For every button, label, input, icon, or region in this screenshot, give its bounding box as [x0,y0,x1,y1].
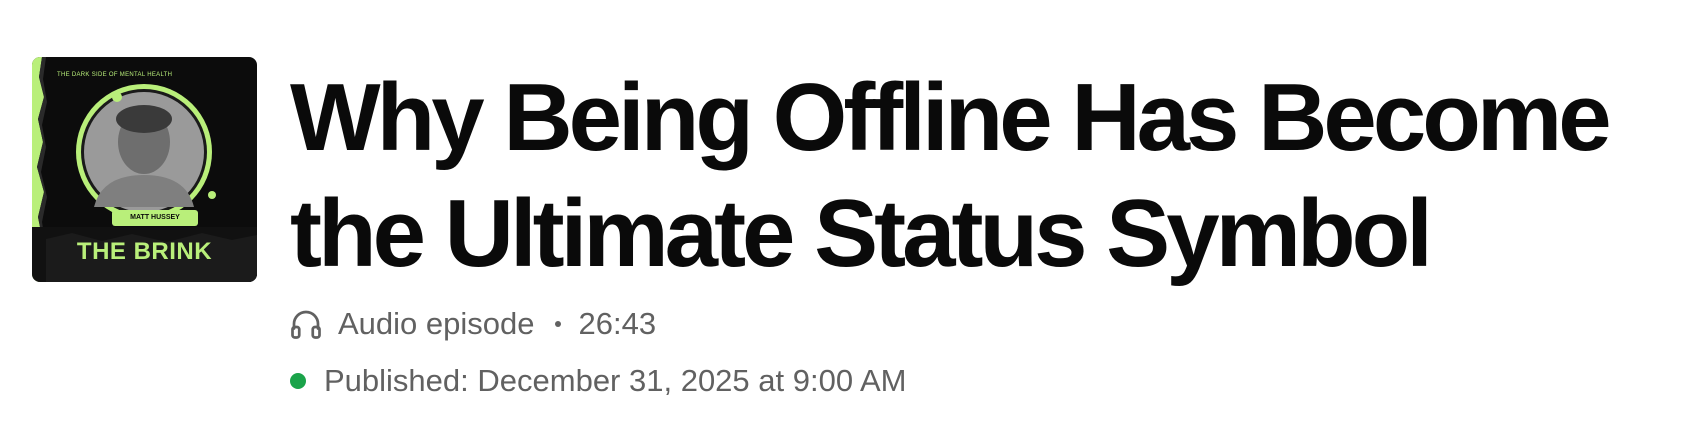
cover-show-title: THE BRINK [76,238,213,265]
episode-title: Why Being Offline Has Become the Ultimat… [290,64,1612,287]
episode-publish-info: Published: December 31, 2025 at 9:00 AM [288,359,906,403]
separator-dot [554,321,561,327]
episode-duration: 26:43 [578,306,657,341]
episode-meta: Audio episode 26:43 [288,302,656,346]
published-status-dot [290,373,306,389]
published-date: Published: December 31, 2025 at 9:00 AM [324,363,907,398]
podcast-cover-art[interactable]: THE DARK SIDE OF MENTAL HEALTH MATT HUSS… [32,57,257,282]
headphones-icon [288,306,324,342]
cover-host-name: MATT HUSSEY [112,210,198,226]
cover-tagline: THE DARK SIDE OF MENTAL HEALTH [57,72,173,78]
episode-type-label: Audio episode [338,306,535,341]
